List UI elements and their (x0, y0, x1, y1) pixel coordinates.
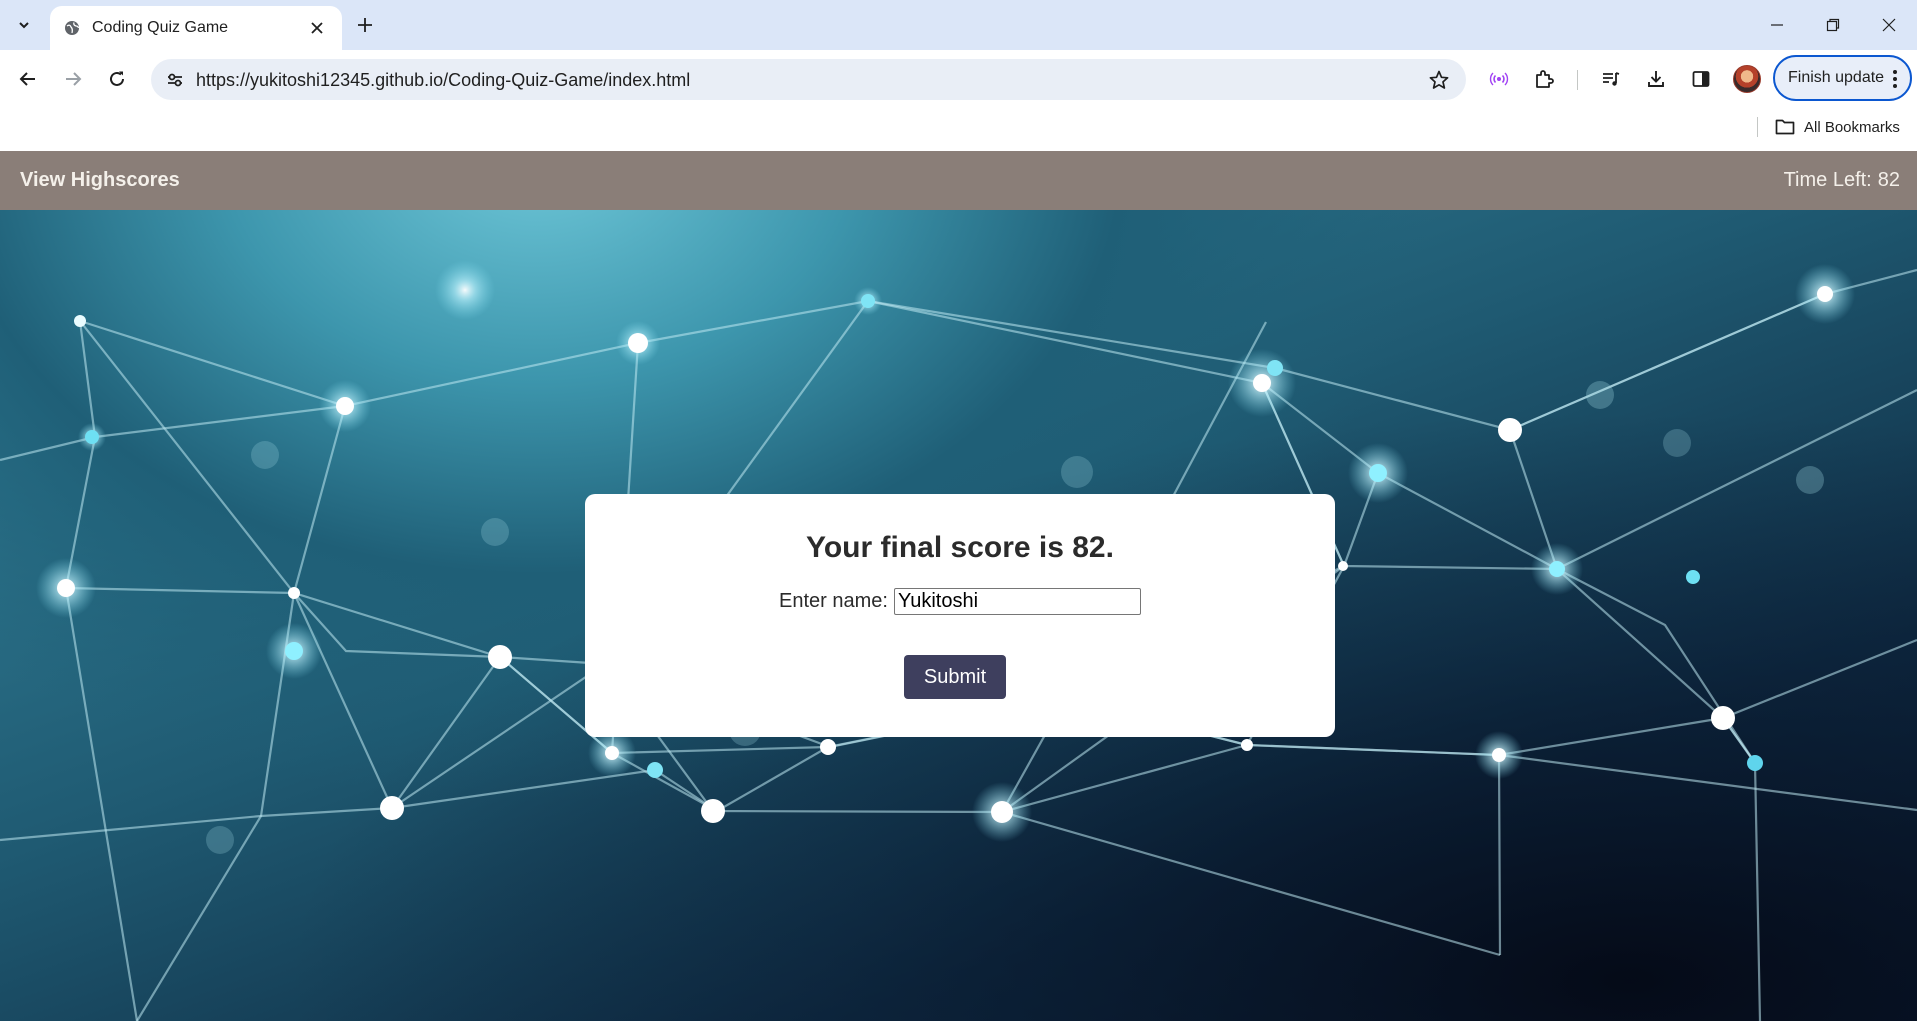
toolbar-divider (1577, 70, 1578, 90)
puzzle-icon (1536, 70, 1554, 88)
site-info-button[interactable] (161, 66, 189, 94)
profile-avatar[interactable] (1733, 65, 1761, 93)
window-controls (1749, 0, 1917, 50)
new-tab-button[interactable] (350, 10, 380, 40)
time-left-display: Time Left: 82 (1784, 169, 1900, 192)
globe-icon (65, 21, 80, 35)
chevron-down-icon (19, 22, 29, 29)
arrow-right-icon (66, 72, 82, 86)
name-label: Enter name: (779, 590, 888, 612)
reload-icon (110, 71, 124, 86)
playlist-icon (1603, 72, 1620, 86)
time-left-label: Time Left: (1783, 169, 1872, 191)
close-window-button[interactable] (1861, 0, 1917, 50)
side-panel-button[interactable] (1685, 63, 1717, 95)
minimize-icon (1771, 24, 1783, 26)
arrow-left-icon (19, 72, 35, 86)
all-bookmarks-label: All Bookmarks (1804, 118, 1900, 136)
all-bookmarks-button[interactable]: All Bookmarks (1775, 114, 1900, 140)
side-panel-icon (1692, 71, 1710, 87)
view-highscores-link[interactable]: View Highscores (20, 169, 180, 192)
tab-title: Coding Quiz Game (92, 19, 229, 36)
media-button[interactable] (1483, 63, 1515, 95)
close-icon (311, 22, 323, 34)
browser-toolbar: https://yukitoshi12345.github.io/Coding-… (0, 50, 1917, 108)
bookmarks-bar: All Bookmarks (0, 108, 1917, 151)
forward-button[interactable] (55, 61, 91, 97)
quiz-page: View Highscores Time Left: 82 Your final … (0, 151, 1917, 1021)
restore-icon (1826, 18, 1840, 32)
quiz-header: View Highscores Time Left: 82 (0, 151, 1917, 210)
time-left-value: 82 (1877, 169, 1900, 191)
url-text[interactable]: https://yukitoshi12345.github.io/Coding-… (196, 70, 690, 91)
submit-button[interactable]: Submit (904, 655, 1006, 699)
back-button[interactable] (10, 61, 46, 97)
final-score-card: Your final score is 82. Enter name: Subm… (585, 494, 1335, 737)
browser-tab[interactable]: Coding Quiz Game (50, 6, 342, 50)
restore-button[interactable] (1805, 0, 1861, 50)
bookmark-star-button[interactable] (1424, 65, 1454, 95)
name-input[interactable] (893, 588, 1141, 615)
finish-update-button[interactable]: Finish update (1773, 55, 1912, 101)
downloads-button[interactable] (1640, 63, 1672, 95)
plus-icon (358, 18, 372, 32)
final-score-heading: Your final score is 82. (806, 531, 1114, 564)
bookmarks-divider (1757, 117, 1758, 137)
close-icon (1882, 18, 1896, 32)
tune-icon (168, 73, 182, 87)
star-icon (1429, 70, 1449, 89)
kebab-icon (1892, 69, 1898, 89)
tab-search-button[interactable] (7, 8, 41, 42)
finish-update-label: Finish update (1788, 69, 1885, 86)
download-icon (1648, 71, 1664, 87)
address-bar[interactable]: https://yukitoshi12345.github.io/Coding-… (151, 59, 1466, 100)
tab-close-button[interactable] (304, 15, 330, 41)
broadcast-icon (1489, 72, 1509, 86)
folder-icon (1775, 119, 1795, 135)
reload-button[interactable] (99, 61, 135, 97)
tab-strip: Coding Quiz Game (0, 0, 1917, 50)
name-entry-row: Enter name: (585, 588, 1335, 615)
extensions-button[interactable] (1528, 63, 1560, 95)
reading-list-button[interactable] (1595, 63, 1627, 95)
minimize-button[interactable] (1749, 0, 1805, 50)
